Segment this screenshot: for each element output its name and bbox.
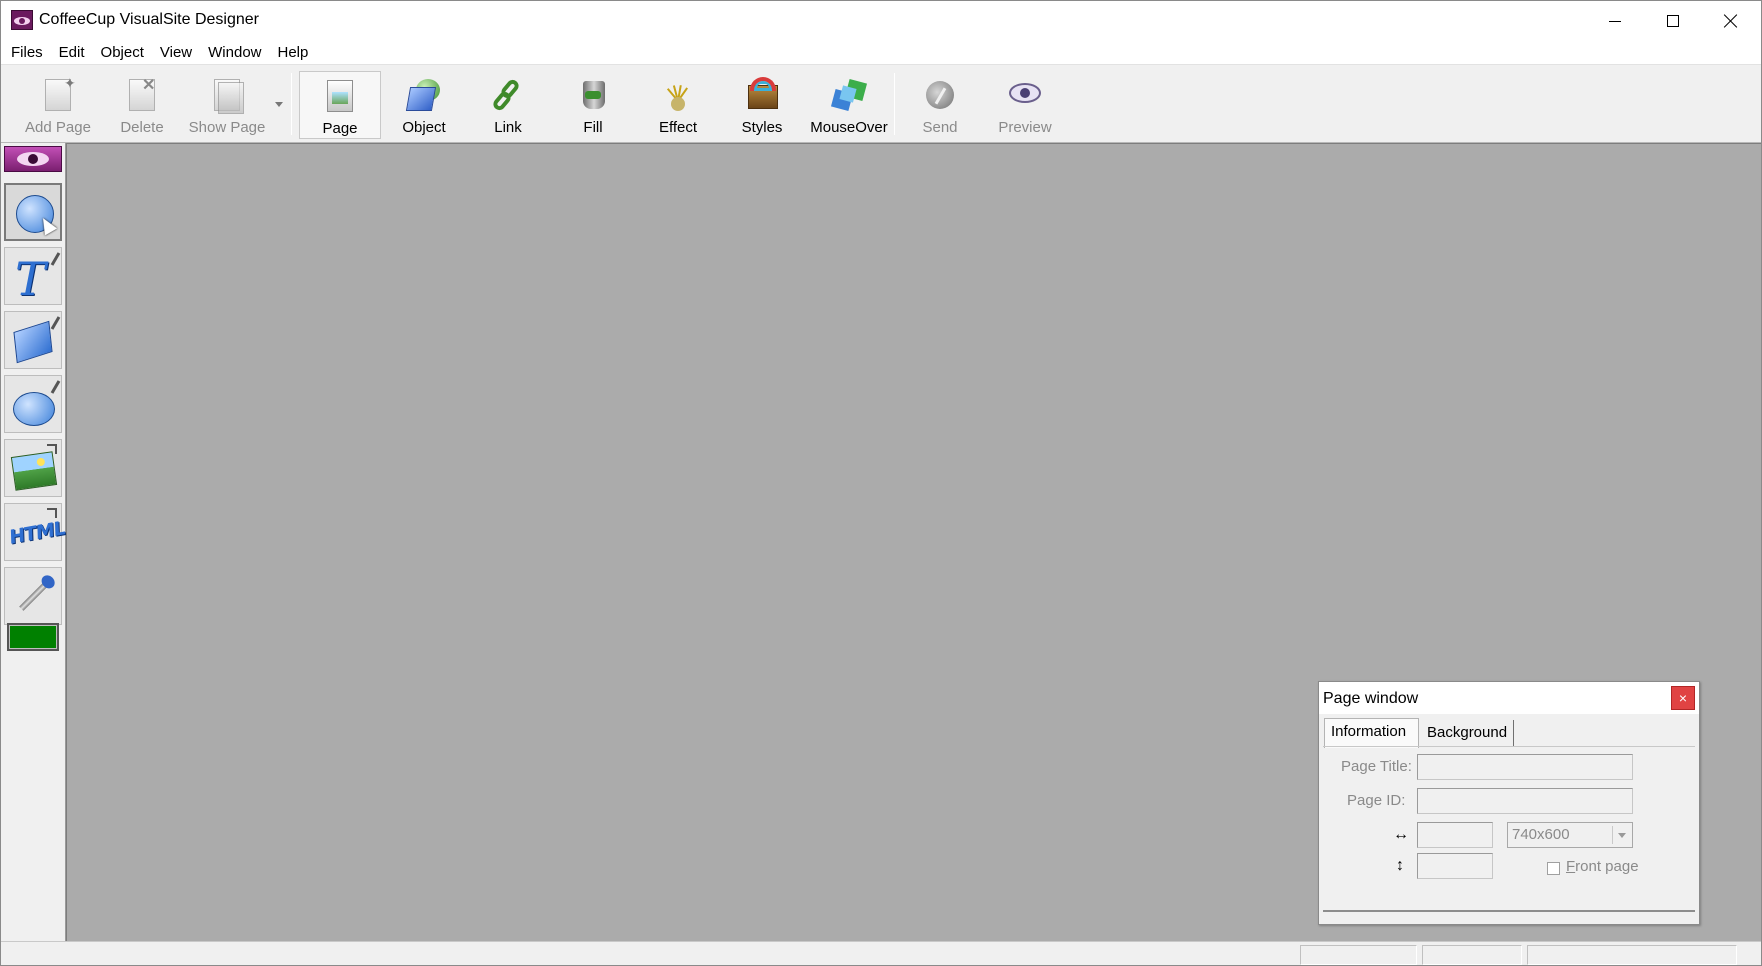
page-id-label: Page ID: xyxy=(1347,792,1406,809)
send-icon xyxy=(920,77,960,113)
mouseover-label: MouseOver xyxy=(810,119,888,136)
page-window-close-button[interactable]: × xyxy=(1671,686,1695,710)
title-bar: CoffeeCup VisualSite Designer xyxy=(1,1,1761,41)
styles-box-icon xyxy=(742,77,782,113)
link-chain-icon xyxy=(488,77,528,113)
add-page-button[interactable]: ✦ Add Page xyxy=(15,71,101,139)
front-page-label-text: ront page xyxy=(1575,858,1639,875)
page-icon xyxy=(320,78,360,114)
front-page-checkbox[interactable] xyxy=(1547,862,1560,875)
menu-edit[interactable]: Edit xyxy=(51,44,93,61)
page-button[interactable]: Page xyxy=(299,71,381,139)
styles-button[interactable]: Styles xyxy=(723,71,801,139)
html-tool-button[interactable]: HTML xyxy=(4,503,65,561)
show-page-icon xyxy=(207,77,247,114)
status-pane xyxy=(1300,945,1417,965)
status-bar xyxy=(1,941,1761,965)
send-label: Send xyxy=(922,119,958,136)
tab-information[interactable]: Information xyxy=(1324,718,1419,748)
menu-view[interactable]: View xyxy=(152,44,200,61)
toolbar-separator xyxy=(291,73,292,135)
menu-window[interactable]: Window xyxy=(200,44,269,61)
page-window-panel: Page window × Information Background Pag… xyxy=(1318,681,1700,925)
object-button[interactable]: Object xyxy=(385,71,463,139)
app-window: CoffeeCup VisualSite Designer Files Edit… xyxy=(0,0,1762,966)
page-height-field[interactable] xyxy=(1417,853,1493,879)
width-arrows-icon: ↔ xyxy=(1393,826,1409,843)
menu-object[interactable]: Object xyxy=(93,44,152,61)
eye-logo-icon xyxy=(4,146,62,172)
delete-page-icon: ✕ xyxy=(122,77,162,113)
link-button[interactable]: Link xyxy=(469,71,547,139)
page-window-titlebar[interactable]: Page window × xyxy=(1319,682,1699,714)
page-title-label: Page Title: xyxy=(1341,758,1412,775)
mouseover-icon xyxy=(829,77,869,113)
page-window-title: Page window xyxy=(1323,690,1419,707)
image-tool-button[interactable] xyxy=(4,439,62,497)
object-icon xyxy=(404,77,444,113)
delete-label: Delete xyxy=(120,119,164,136)
send-button[interactable]: Send xyxy=(901,71,979,139)
fill-button[interactable]: Fill xyxy=(554,71,632,139)
menu-files[interactable]: Files xyxy=(3,44,51,61)
effect-button[interactable]: Effect xyxy=(639,71,717,139)
preview-label: Preview xyxy=(998,119,1052,136)
page-size-value: 740x600 xyxy=(1512,826,1570,843)
menu-bar: Files Edit Object View Window Help xyxy=(1,41,1761,65)
eyedropper-tool-button[interactable] xyxy=(4,567,62,625)
height-arrows-icon: ↕ xyxy=(1396,857,1404,874)
status-pane xyxy=(1422,945,1522,965)
minimize-icon xyxy=(1609,20,1621,22)
window-title: CoffeeCup VisualSite Designer xyxy=(39,11,259,28)
mouseover-button[interactable]: MouseOver xyxy=(805,71,893,139)
front-page-label[interactable]: Front page xyxy=(1566,858,1639,875)
close-window-button[interactable] xyxy=(1702,1,1760,41)
rectangle-tool-button[interactable] xyxy=(4,311,62,369)
text-tool-button[interactable]: T xyxy=(4,247,62,306)
fill-bucket-icon xyxy=(573,77,613,113)
fill-label: Fill xyxy=(583,119,603,136)
toolbar-separator xyxy=(894,73,895,135)
app-logo-icon xyxy=(11,10,33,30)
link-label: Link xyxy=(494,119,522,136)
page-width-field[interactable] xyxy=(1417,822,1493,848)
effect-sparkle-icon xyxy=(658,77,698,113)
status-pane xyxy=(1527,945,1737,965)
tab-background[interactable]: Background xyxy=(1421,720,1514,746)
preview-button[interactable]: Preview xyxy=(986,71,1064,139)
show-page-label: Show Page xyxy=(188,119,266,136)
minimize-button[interactable] xyxy=(1586,1,1644,41)
main-toolbar: ✦ Add Page ✕ Delete Show Page Page Objec… xyxy=(1,65,1761,143)
ellipse-tool-button[interactable] xyxy=(4,375,62,433)
object-label: Object xyxy=(402,119,446,136)
page-id-field[interactable] xyxy=(1417,788,1633,814)
add-page-label: Add Page xyxy=(25,119,91,136)
effect-label: Effect xyxy=(658,119,698,136)
menu-help[interactable]: Help xyxy=(270,44,317,61)
page-title-field[interactable] xyxy=(1417,754,1633,780)
front-page-mnemonic: F xyxy=(1566,858,1576,875)
page-label: Page xyxy=(322,120,358,137)
show-page-dropdown-icon[interactable] xyxy=(275,102,283,107)
maximize-icon xyxy=(1667,15,1679,27)
delete-page-button[interactable]: ✕ Delete xyxy=(107,71,177,139)
add-page-icon: ✦ xyxy=(38,75,78,113)
close-icon: × xyxy=(1678,690,1688,706)
chevron-down-icon xyxy=(1612,826,1630,844)
maximize-button[interactable] xyxy=(1644,1,1702,41)
close-icon xyxy=(1724,14,1738,28)
page-size-select[interactable]: 740x600 xyxy=(1507,822,1633,848)
preview-eye-icon xyxy=(1005,77,1045,113)
current-color-swatch[interactable] xyxy=(7,623,59,651)
tool-palette: T HTML xyxy=(1,143,66,941)
select-tool-button[interactable] xyxy=(4,183,62,241)
information-tab-panel: Page Title: Page ID: ↔ 740x600 ↕ Front p… xyxy=(1323,746,1695,912)
styles-label: Styles xyxy=(741,119,783,136)
show-page-button[interactable]: Show Page xyxy=(183,71,271,139)
